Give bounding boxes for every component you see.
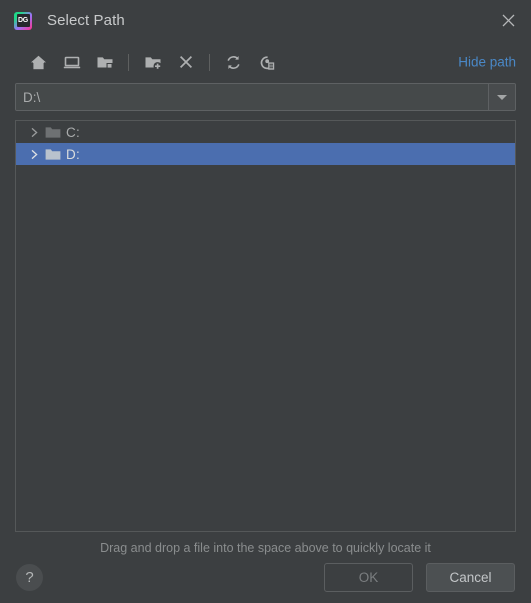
path-row — [0, 83, 531, 111]
desktop-icon — [63, 56, 80, 68]
footer: ? OK Cancel — [0, 551, 531, 603]
new-folder-icon — [145, 56, 162, 70]
toolbar-separator-1 — [128, 53, 129, 71]
tree-item-label: D: — [66, 146, 80, 162]
expand-chevron-icon[interactable] — [26, 149, 43, 160]
dialog-buttons: OK Cancel — [324, 562, 515, 592]
home-button[interactable] — [22, 47, 55, 77]
app-icon-glyph: DG — [16, 14, 30, 27]
new-folder-button[interactable] — [136, 47, 169, 77]
chevron-right-icon — [31, 127, 38, 137]
file-tree[interactable]: C: D: — [15, 120, 516, 532]
delete-icon — [179, 55, 192, 69]
help-icon: ? — [25, 568, 34, 586]
page-title: Select Path — [47, 12, 125, 29]
close-icon — [502, 14, 514, 27]
tree-item-label: C: — [66, 124, 80, 140]
folder-icon — [43, 126, 63, 139]
path-input[interactable] — [16, 84, 488, 110]
desktop-button[interactable] — [55, 47, 88, 77]
home-icon — [31, 55, 46, 69]
toolbar: Hide path — [0, 41, 531, 83]
folder-icon — [43, 148, 63, 161]
project-folder-icon — [97, 56, 112, 68]
cancel-button[interactable]: Cancel — [426, 562, 515, 592]
chevron-down-icon — [497, 94, 507, 100]
show-hidden-files-icon — [260, 55, 274, 70]
help-button[interactable]: ? — [16, 563, 43, 591]
hide-path-link[interactable]: Hide path — [458, 55, 516, 70]
delete-button[interactable] — [169, 47, 202, 77]
datagrip-icon: DG — [14, 11, 32, 30]
path-dropdown-button[interactable] — [488, 84, 515, 110]
show-hidden-files-button[interactable] — [250, 47, 283, 77]
chevron-right-icon — [31, 149, 38, 159]
title-bar: DG Select Path — [0, 0, 531, 41]
tree-row[interactable]: C: — [16, 121, 515, 143]
tree-row[interactable]: D: — [16, 143, 515, 165]
close-button[interactable] — [485, 0, 531, 41]
expand-chevron-icon[interactable] — [26, 127, 43, 138]
toolbar-separator-2 — [209, 53, 210, 71]
refresh-button[interactable] — [217, 47, 250, 77]
ok-button[interactable]: OK — [324, 562, 413, 592]
refresh-icon — [227, 55, 240, 69]
project-folder-button[interactable] — [88, 47, 121, 77]
path-combobox[interactable] — [15, 83, 516, 111]
